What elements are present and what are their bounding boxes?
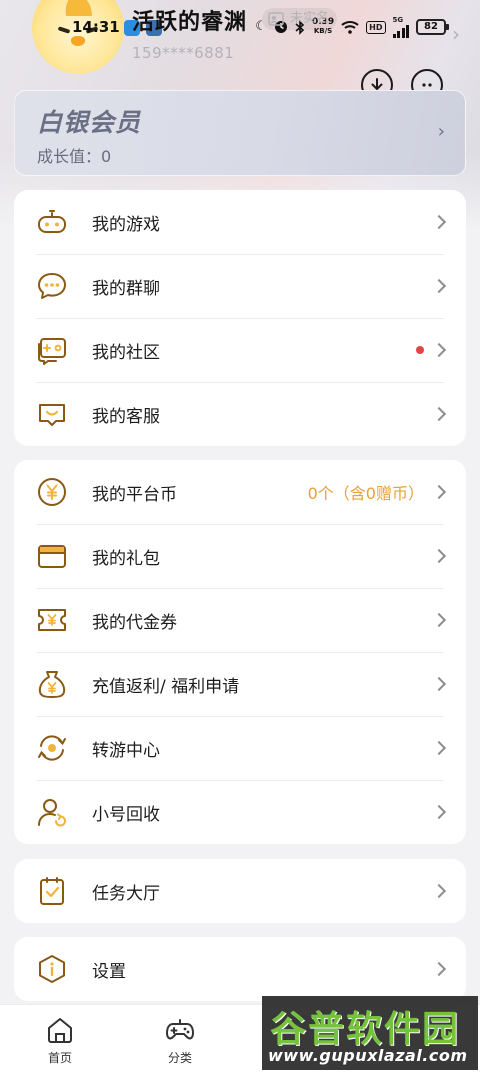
chevron-right-icon <box>431 804 447 820</box>
service-icon <box>39 404 65 426</box>
coin-icon <box>38 478 66 506</box>
unread-dot <box>416 346 424 354</box>
menu-label: 我的代金券 <box>92 612 177 633</box>
profile-chevron-icon[interactable]: › <box>452 22 460 46</box>
membership-card[interactable]: 白银会员 成长值：0 › <box>14 90 466 176</box>
menu-label: 充值返利/ 福利申请 <box>92 676 240 697</box>
membership-chevron-icon: › <box>437 121 445 142</box>
chevron-right-icon <box>431 961 447 977</box>
menu-label: 我的社区 <box>92 342 160 363</box>
task-icon <box>40 877 64 905</box>
transfer-icon <box>38 735 66 761</box>
menu-card-settings: 设置 <box>14 937 466 1001</box>
signal-bars-icon <box>392 24 409 38</box>
signal-indicator: 5G <box>392 15 409 38</box>
username[interactable]: 活跃的睿渊 <box>132 4 247 36</box>
id-card-icon <box>268 12 284 26</box>
menu-item-my-community[interactable]: 我的社区 <box>14 318 466 382</box>
menu-item-platform-coin[interactable]: 我的平台币 0个（含0赠币） <box>14 460 466 524</box>
menu-item-settings[interactable]: 设置 <box>14 937 466 1001</box>
wifi-icon <box>341 21 359 34</box>
battery-level: 82 <box>424 21 438 32</box>
membership-level: 白银会员 <box>37 108 142 137</box>
menu-item-my-gift[interactable]: 我的礼包 <box>14 524 466 588</box>
menu-label: 任务大厅 <box>92 883 160 904</box>
gamepad-icon <box>38 210 66 233</box>
watermark-title: 谷普软件园 <box>270 1009 461 1050</box>
battery-icon: 82 <box>416 19 449 35</box>
community-icon <box>38 338 66 365</box>
gamepad-tab-icon <box>166 1019 194 1040</box>
chat-bubble-icon <box>38 273 66 299</box>
tab-label: 分类 <box>167 1051 192 1065</box>
chevron-right-icon <box>431 484 447 500</box>
chevron-right-icon <box>431 676 447 692</box>
status-time: 14:31 <box>72 18 120 36</box>
menu-label: 设置 <box>92 961 126 982</box>
account-recycle-icon <box>38 799 66 827</box>
menu-label: 我的群聊 <box>92 278 160 299</box>
menu-item-transfer-center[interactable]: 转游中心 <box>14 716 466 780</box>
menu-label: 我的平台币 <box>92 484 177 505</box>
chevron-right-icon <box>431 740 447 756</box>
menu-label: 我的礼包 <box>92 548 160 569</box>
hd-badge: HD <box>366 20 386 34</box>
menu-item-recharge-rebate[interactable]: 充值返利/ 福利申请 <box>14 652 466 716</box>
watermark-url: www.gupuxlazal.com <box>268 1046 468 1065</box>
money-bag-icon <box>38 671 66 698</box>
site-watermark: 谷普软件园 www.gupuxlazal.com <box>262 996 478 1070</box>
menu-label: 我的游戏 <box>92 214 160 235</box>
verify-label: 未实名 <box>290 11 330 26</box>
tab-label: 首页 <box>47 1051 72 1065</box>
verify-badge[interactable]: 未实名 <box>262 8 338 30</box>
menu-card-tasks: 任务大厅 <box>14 859 466 923</box>
menu-card-social: 我的游戏 我的群聊 我的社区 我的客服 <box>14 190 466 446</box>
menu-item-my-voucher[interactable]: 我的代金券 <box>14 588 466 652</box>
voucher-icon <box>38 609 66 631</box>
signal-label: 5G <box>392 15 404 24</box>
chevron-right-icon <box>431 278 447 294</box>
menu-label: 小号回收 <box>92 804 160 825</box>
tab-category[interactable]: 分类 <box>120 1005 240 1072</box>
chevron-right-icon <box>431 612 447 628</box>
menu-label: 我的客服 <box>92 406 160 427</box>
menu-item-task-hall[interactable]: 任务大厅 <box>14 859 466 923</box>
tab-home[interactable]: 首页 <box>0 1005 120 1072</box>
menu-item-account-recycle[interactable]: 小号回收 <box>14 780 466 844</box>
phone-number: 159****6881 <box>132 44 235 62</box>
menu-item-my-group-chat[interactable]: 我的群聊 <box>14 254 466 318</box>
home-icon <box>48 1018 72 1043</box>
settings-icon <box>39 955 65 983</box>
chevron-right-icon <box>431 548 447 564</box>
chevron-right-icon <box>431 406 447 422</box>
gift-icon <box>38 545 66 568</box>
growth-value: 成长值：0 <box>37 147 112 166</box>
chevron-right-icon <box>431 214 447 230</box>
menu-item-my-service[interactable]: 我的客服 <box>14 382 466 446</box>
menu-item-my-games[interactable]: 我的游戏 <box>14 190 466 254</box>
coin-balance: 0个（含0赠币） <box>307 484 424 503</box>
menu-card-wallet: 我的平台币 0个（含0赠币） 我的礼包 我的代金券 充值返利/ 福利申请 转游中… <box>14 460 466 844</box>
chevron-right-icon <box>431 342 447 358</box>
chevron-right-icon <box>431 883 447 899</box>
menu-label: 转游中心 <box>92 740 160 761</box>
